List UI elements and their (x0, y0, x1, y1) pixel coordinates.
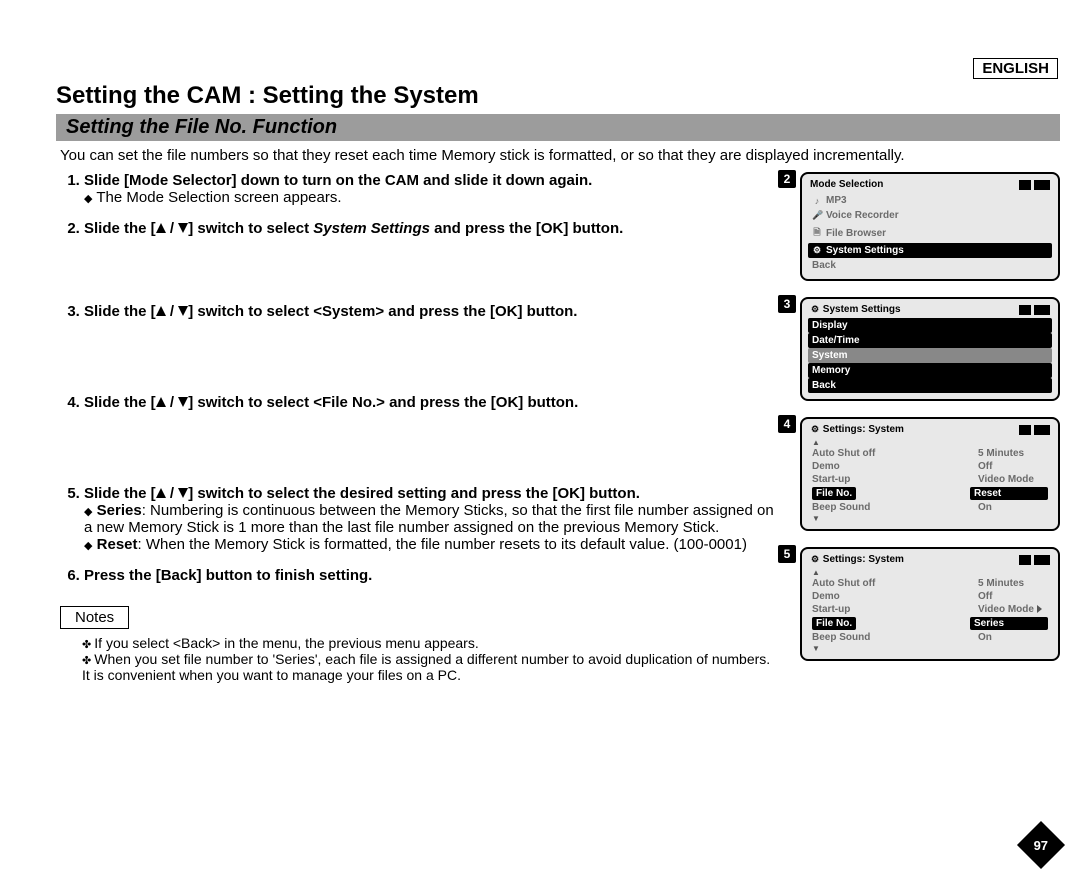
screen-3: 3 ⚙ System Settings Display Date/Time Sy… (800, 297, 1060, 401)
notes-list: If you select <Back> in the menu, the pr… (66, 635, 780, 683)
arrow-up-icon (156, 488, 166, 498)
screen-2-title: Mode Selection (810, 179, 883, 190)
settings-row: Start-upVideo Mode (808, 473, 1052, 486)
screen-3-title: ⚙ System Settings (810, 304, 901, 315)
diamond-icon: ◆ (84, 192, 92, 205)
step-5-sub1: ◆ Series: Numbering is continuous betwee… (84, 502, 780, 536)
step-3: Slide the [ / ] switch to select <System… (84, 303, 780, 380)
page-number: 97 (1017, 821, 1065, 869)
screen-5-title: ⚙ Settings: System (810, 554, 904, 565)
menu-item: Memory (808, 363, 1052, 378)
step-6: Press the [Back] button to finish settin… (84, 567, 780, 584)
screens-column: 2 Mode Selection ♪MP3 🎤Voice Recorder 🗎F… (800, 172, 1060, 683)
battery-icon (1019, 555, 1050, 565)
settings-row: Auto Shut off5 Minutes (808, 447, 1052, 460)
screen-4-title: ⚙ Settings: System (810, 424, 904, 435)
folder-icon: 🗎 (812, 225, 822, 241)
step-4: Slide the [ / ] switch to select <File N… (84, 394, 780, 471)
screen-number-badge: 4 (778, 415, 796, 433)
menu-item-selected: System (808, 348, 1052, 363)
settings-row: Beep SoundOn (808, 501, 1052, 514)
scroll-down-icon: ▼ (808, 514, 1052, 523)
scroll-up-icon: ▲ (808, 438, 1052, 447)
scroll-down-icon: ▼ (808, 644, 1052, 653)
arrow-down-icon (178, 223, 188, 233)
mic-icon: 🎤 (812, 210, 822, 221)
settings-row: DemoOff (808, 460, 1052, 473)
arrow-up-icon (156, 306, 166, 316)
notes-label: Notes (60, 606, 129, 629)
scroll-up-icon: ▲ (808, 568, 1052, 577)
menu-item: ♪MP3 (808, 193, 1052, 208)
step-5: Slide the [ / ] switch to select the des… (84, 485, 780, 553)
note-1: If you select <Back> in the menu, the pr… (82, 635, 780, 651)
menu-item: Back (808, 378, 1052, 393)
step-1-sub: ◆ The Mode Selection screen appears. (84, 189, 780, 206)
settings-row: DemoOff (808, 590, 1052, 603)
settings-row: Start-upVideo Mode (808, 603, 1052, 616)
music-icon: ♪ (812, 196, 822, 206)
arrow-down-icon (178, 488, 188, 498)
intro-text: You can set the file numbers so that the… (56, 147, 1060, 164)
settings-icon: ⚙ (810, 304, 820, 315)
screen-number-badge: 3 (778, 295, 796, 313)
language-box: ENGLISH (973, 58, 1058, 79)
page: ENGLISH Setting the CAM : Setting the Sy… (0, 0, 1080, 880)
settings-icon: ⚙ (812, 245, 822, 256)
settings-row: Beep SoundOn (808, 631, 1052, 644)
triangle-right-icon (1037, 605, 1042, 613)
settings-row-selected: File No.Reset (808, 486, 1052, 501)
note-2: When you set file number to 'Series', ea… (82, 651, 780, 683)
screen-number-badge: 5 (778, 545, 796, 563)
step-2: Slide the [ / ] switch to select System … (84, 220, 780, 289)
screen-2: 2 Mode Selection ♪MP3 🎤Voice Recorder 🗎F… (800, 172, 1060, 281)
subtitle: Setting the File No. Function (56, 114, 1060, 141)
screen-number-badge: 2 (778, 170, 796, 188)
settings-row-selected: File No.Series (808, 616, 1052, 631)
battery-icon (1019, 180, 1050, 190)
steps-column: Slide [Mode Selector] down to turn on th… (56, 172, 780, 683)
battery-icon (1019, 305, 1050, 315)
menu-item: 🎤Voice Recorder (808, 208, 1052, 223)
diamond-icon: ◆ (84, 539, 92, 552)
menu-item: Display (808, 318, 1052, 333)
screen-4: 4 ⚙ Settings: System ▲ Auto Shut off5 Mi… (800, 417, 1060, 531)
menu-item: Back (808, 258, 1052, 273)
settings-icon: ⚙ (810, 554, 820, 565)
step-5-sub2: ◆ Reset: When the Memory Stick is format… (84, 536, 780, 553)
menu-item: Date/Time (808, 333, 1052, 348)
arrow-up-icon (156, 397, 166, 407)
arrow-up-icon (156, 223, 166, 233)
step-1-text: Slide [Mode Selector] down to turn on th… (84, 172, 592, 189)
page-title: Setting the CAM : Setting the System (56, 82, 1060, 110)
diamond-icon: ◆ (84, 505, 92, 518)
arrow-down-icon (178, 306, 188, 316)
menu-item: 🗎File Browser (808, 223, 1052, 243)
step-1: Slide [Mode Selector] down to turn on th… (84, 172, 780, 206)
settings-icon: ⚙ (810, 424, 820, 435)
settings-row: Auto Shut off5 Minutes (808, 577, 1052, 590)
battery-icon (1019, 425, 1050, 435)
screen-5: 5 ⚙ Settings: System ▲ Auto Shut off5 Mi… (800, 547, 1060, 661)
arrow-down-icon (178, 397, 188, 407)
menu-item-selected: ⚙System Settings (808, 243, 1052, 258)
